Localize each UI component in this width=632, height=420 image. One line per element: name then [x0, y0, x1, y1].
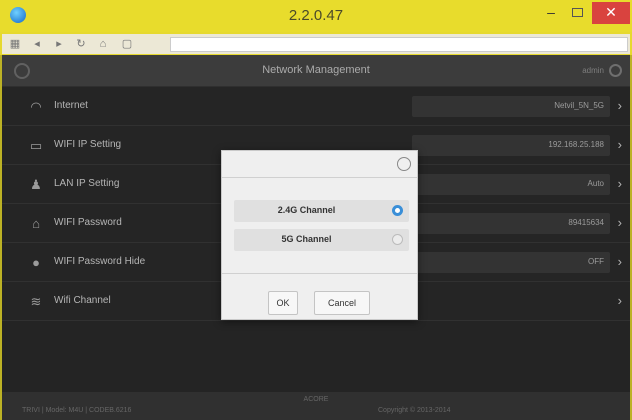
- dialog-divider: [222, 273, 417, 274]
- maximize-icon: [571, 8, 583, 17]
- page-icon[interactable]: ▢: [120, 37, 134, 51]
- browser-toolbar: ▦ ◂ ▸ ↻ ⌂ ▢: [2, 34, 630, 54]
- radio-unselected-icon[interactable]: [392, 234, 403, 245]
- option-24g-channel[interactable]: 2.4G Channel: [234, 200, 409, 222]
- minimize-button[interactable]: –: [540, 2, 562, 24]
- close-icon[interactable]: [397, 157, 411, 171]
- option-label: 5G Channel: [281, 234, 332, 244]
- window-title: 2.2.0.47: [288, 7, 344, 24]
- home-icon[interactable]: ⌂: [96, 37, 110, 51]
- option-5g-channel[interactable]: 5G Channel: [234, 229, 409, 251]
- radio-selected-icon[interactable]: [392, 205, 403, 216]
- maximize-button[interactable]: [566, 2, 588, 24]
- dialog-header: [222, 151, 417, 178]
- refresh-icon[interactable]: ↻: [74, 37, 88, 51]
- address-bar[interactable]: [170, 37, 628, 52]
- forward-icon[interactable]: ▸: [52, 37, 66, 51]
- title-bar: 2.2.0.47 – ✕: [0, 0, 632, 32]
- back-icon[interactable]: ◂: [30, 37, 44, 51]
- grid-icon[interactable]: ▦: [8, 37, 22, 51]
- close-window-button[interactable]: ✕: [592, 2, 630, 24]
- option-label: 2.4G Channel: [277, 205, 336, 215]
- cancel-button[interactable]: Cancel: [314, 291, 370, 315]
- ok-button[interactable]: OK: [268, 291, 298, 315]
- app-window: 2.2.0.47 – ✕ ▦ ◂ ▸ ↻ ⌂ ▢ Network Managem…: [0, 0, 632, 420]
- channel-dialog: 2.4G Channel 5G Channel OK Cancel: [221, 150, 418, 320]
